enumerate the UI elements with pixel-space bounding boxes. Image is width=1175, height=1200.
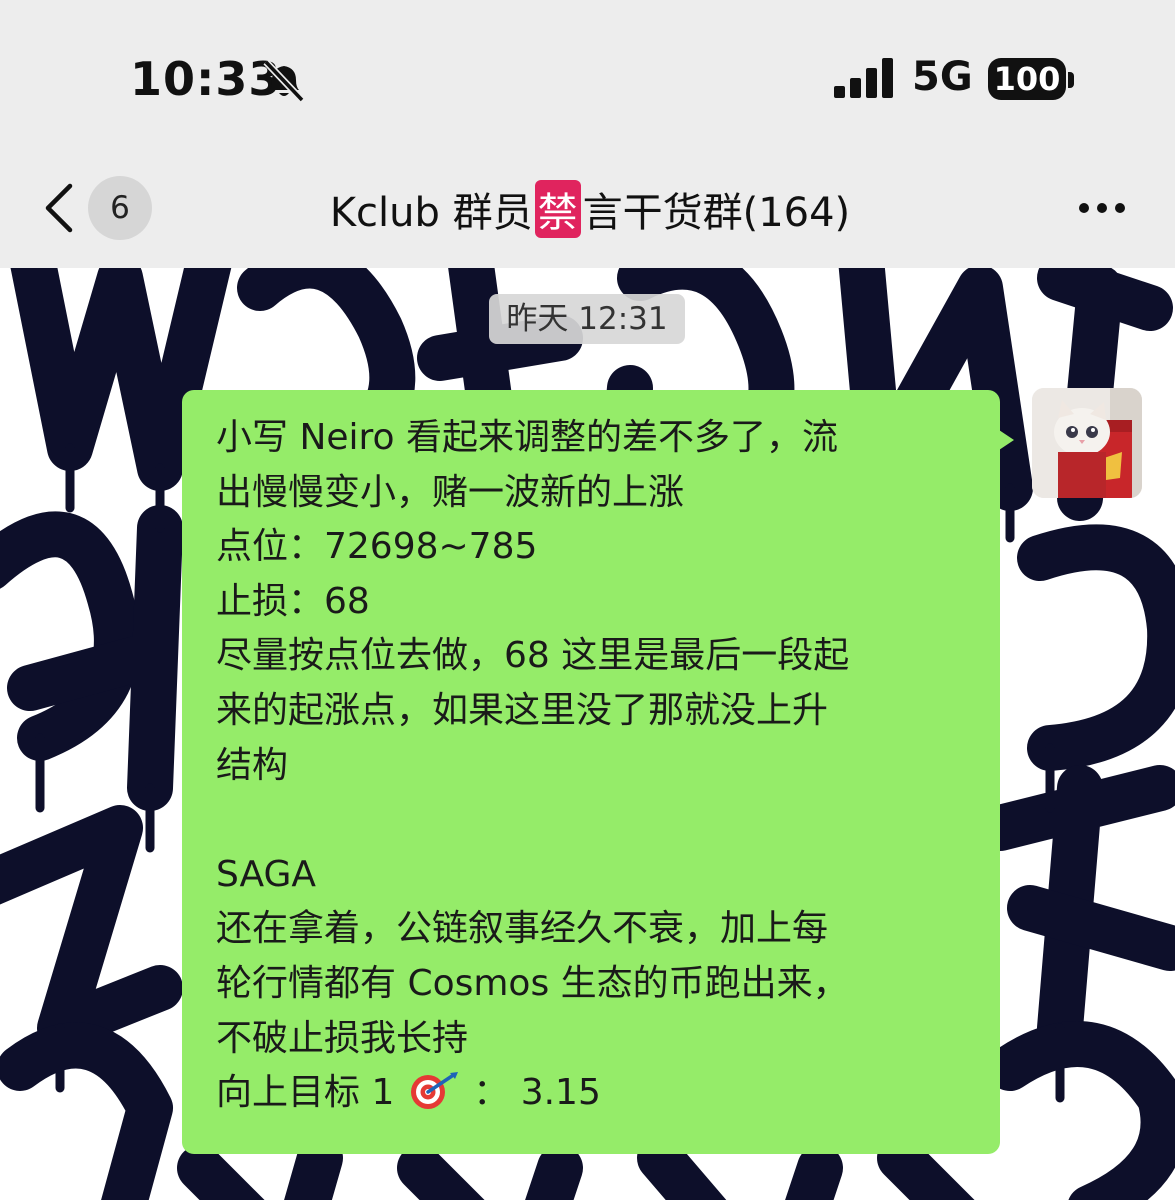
chat-header: 10:33 5G 100 6 Kclub 群员禁言干货群(164) (0, 0, 1175, 268)
target-value: ： 3.15 (473, 1072, 601, 1114)
message-line-target: 向上目标 1 ： 3.15 (216, 1066, 968, 1121)
cellular-signal-icon (834, 58, 893, 98)
message-line: 还在拿着，公链叙事经久不衰，加上每 (216, 908, 829, 950)
message-line: SAGA (216, 853, 317, 895)
message-line: 小写 Neiro 看起来调整的差不多了，流 (216, 417, 839, 458)
chevron-left-icon[interactable] (42, 182, 78, 234)
message-bubble[interactable]: 小写 Neiro 看起来调整的差不多了，流 出慢慢变小，赌一波新的上涨 点位：7… (182, 390, 1000, 1154)
ellipsis-icon[interactable] (1074, 196, 1130, 220)
battery-indicator: 100 (988, 58, 1066, 100)
message-line: 尽量按点位去做，68 这里是最后一段起 (216, 635, 850, 677)
message-line: 来的起涨点，如果这里没了那就没上升 (216, 689, 829, 731)
message-line: 止损：68 (216, 580, 370, 622)
battery-level: 100 (993, 60, 1061, 98)
bell-slash-icon (263, 59, 305, 102)
network-type: 5G (912, 54, 973, 100)
message-line: 点位：72698~785 (216, 526, 538, 568)
message-line: 不破止损我长持 (216, 1017, 469, 1059)
battery-tip (1068, 72, 1074, 88)
chat-title: Kclub 群员禁言干货群(164) (250, 180, 930, 238)
message-line: 轮行情都有 Cosmos 生态的币跑出来， (216, 962, 849, 1004)
sender-avatar[interactable] (1032, 388, 1142, 498)
chat-title-suffix: 言干货群(164) (582, 190, 851, 236)
cat-avatar-image (1032, 388, 1142, 498)
prohibited-emoji: 禁 (534, 180, 581, 238)
dart-target-icon (410, 1072, 458, 1110)
message-line: 结构 (216, 744, 289, 786)
chat-title-prefix: Kclub 群员 (329, 190, 533, 236)
bubble-tail (996, 428, 1014, 452)
unread-count-badge[interactable]: 6 (88, 176, 152, 240)
target-label: 向上目标 1 (216, 1072, 395, 1114)
message-timestamp: 昨天 12:31 (489, 294, 685, 344)
message-line-blank (216, 793, 968, 848)
message-line: 出慢慢变小，赌一波新的上涨 (216, 471, 685, 513)
